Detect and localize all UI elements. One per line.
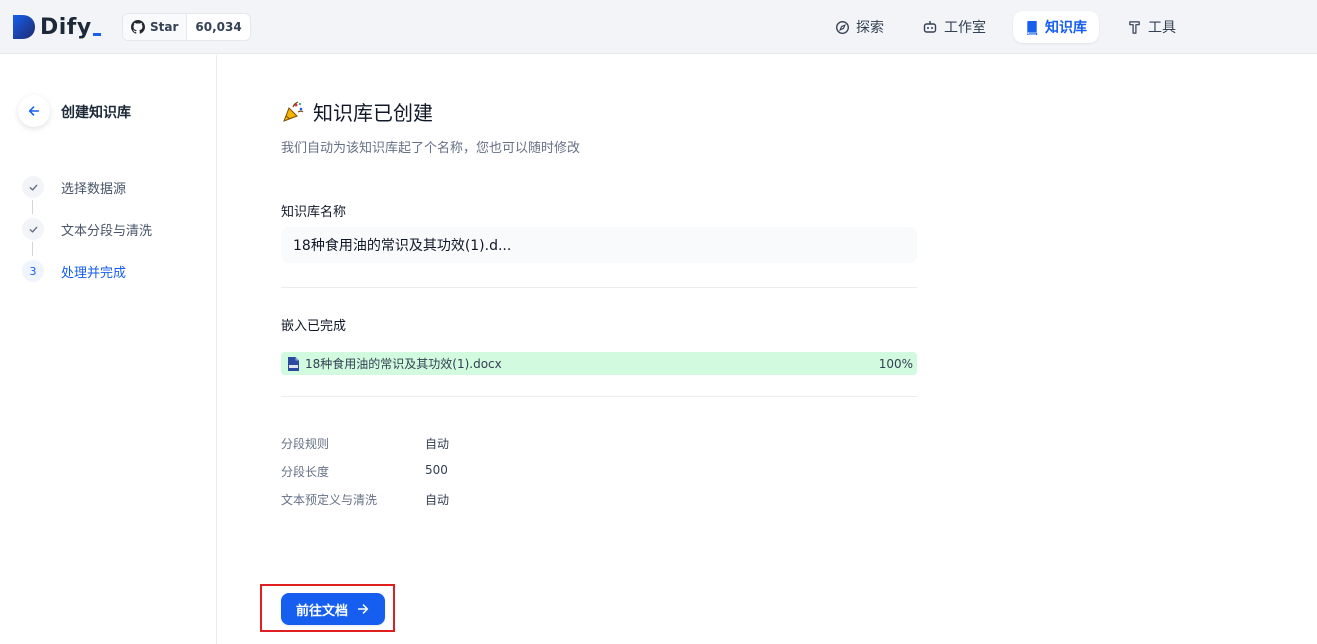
steps-sidebar: 创建知识库 选择数据源 文本分段与清洗 3 处理并完成 <box>0 55 217 644</box>
step-chunking: 文本分段与清洗 <box>22 218 152 240</box>
step-number-badge: 3 <box>22 260 44 282</box>
nav-studio[interactable]: 工作室 <box>910 11 998 43</box>
sidebar-title: 创建知识库 <box>61 105 131 121</box>
step-done-badge <box>22 176 44 198</box>
nav-studio-label: 工作室 <box>944 20 986 36</box>
setting-key: 文本预定义与清洗 <box>281 493 378 507</box>
divider <box>281 396 917 397</box>
arrow-left-icon <box>28 106 40 116</box>
arrow-right-icon <box>357 604 369 614</box>
step-process-finish: 3 处理并完成 <box>22 260 126 282</box>
nav-explore-label: 探索 <box>856 20 884 36</box>
main-content: 知识库已创建 我们自动为该知识库起了个名称，您也可以随时修改 知识库名称 18种… <box>217 55 1317 644</box>
setting-value: 自动 <box>425 493 450 507</box>
step-done-badge <box>22 218 44 240</box>
knowledge-name-value: 18种食用油的常识及其功效(1).d... <box>293 238 512 254</box>
knowledge-name-input[interactable]: 18种食用油的常识及其功效(1).d... <box>281 227 917 263</box>
nav-knowledge-label: 知识库 <box>1045 20 1087 36</box>
compass-icon <box>836 20 849 34</box>
back-button[interactable] <box>18 95 50 127</box>
github-star-button[interactable]: Star <box>123 14 188 40</box>
github-icon <box>131 20 145 34</box>
embedding-status-label: 嵌入已完成 <box>281 319 347 334</box>
step-select-source: 选择数据源 <box>22 176 126 198</box>
docx-file-icon <box>288 356 299 371</box>
knowledge-name-label: 知识库名称 <box>281 205 347 220</box>
dify-logo-mark <box>11 13 37 41</box>
step-label: 处理并完成 <box>61 265 127 281</box>
check-icon <box>29 184 37 191</box>
github-star-label: Star <box>150 20 179 34</box>
setting-key: 分段规则 <box>281 437 330 451</box>
goto-documents-label: 前往文档 <box>295 602 348 618</box>
top-header: Dify Star 60,034 探索 工作室 知识库 工具 <box>0 0 1317 54</box>
file-name: 18种食用油的常识及其功效(1).docx <box>305 357 502 371</box>
step-label: 选择数据源 <box>61 181 127 197</box>
page-title: 知识库已创建 <box>313 101 433 125</box>
logo-underscore <box>92 32 101 36</box>
github-star-widget[interactable]: Star 60,034 <box>122 13 251 41</box>
setting-key: 分段长度 <box>281 465 330 479</box>
nav-explore[interactable]: 探索 <box>823 11 896 43</box>
goto-documents-button[interactable]: 前往文档 <box>281 593 385 625</box>
page-subtitle: 我们自动为该知识库起了个名称，您也可以随时修改 <box>281 141 581 156</box>
step-connector <box>32 200 33 214</box>
setting-value: 自动 <box>425 437 450 451</box>
page-header: 知识库已创建 <box>281 97 433 126</box>
check-icon <box>29 226 37 233</box>
setting-value: 500 <box>425 463 448 477</box>
step-connector <box>32 242 33 256</box>
divider <box>281 287 917 288</box>
logo-text: Dify <box>40 14 92 40</box>
nav-tools[interactable]: 工具 <box>1115 11 1188 43</box>
party-popper-icon <box>283 100 304 122</box>
github-star-count: 60,034 <box>195 20 242 34</box>
file-progress-row: 18种食用油的常识及其功效(1).docx 100% <box>281 352 917 375</box>
step-label: 文本分段与清洗 <box>61 223 153 239</box>
book-icon <box>1026 20 1038 35</box>
nav-knowledge[interactable]: 知识库 <box>1013 11 1099 43</box>
file-progress-percent: 100% <box>878 356 913 371</box>
dify-logo[interactable]: Dify <box>11 13 101 41</box>
robot-icon <box>923 21 937 33</box>
hammer-icon <box>1129 20 1140 34</box>
nav-tools-label: 工具 <box>1148 20 1176 36</box>
